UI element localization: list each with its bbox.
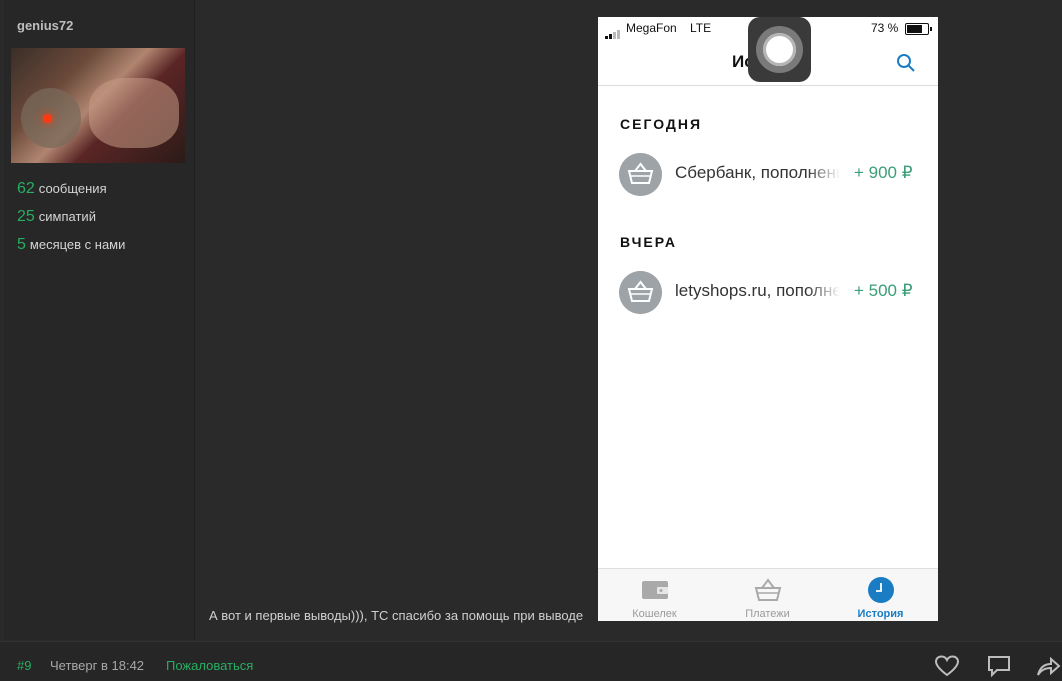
username[interactable]: genius72 <box>17 18 73 33</box>
battery-icon <box>905 23 932 35</box>
basket-icon <box>754 578 782 601</box>
search-icon[interactable] <box>896 53 916 73</box>
stat-likes: 25 симпатий <box>17 208 96 226</box>
avatar-glowing-eye <box>43 114 52 123</box>
phone-tab-bar: Кошелек Платежи История <box>598 568 938 621</box>
stat-number: 62 <box>17 180 35 197</box>
stat-number: 25 <box>17 208 35 225</box>
tab-label: Платежи <box>745 608 790 620</box>
history-row[interactable]: letyshops.ru, пополнение + 500 ₽ <box>598 269 938 315</box>
transaction-amount: + 500 ₽ <box>854 281 913 300</box>
basket-icon <box>619 153 662 196</box>
tab-history[interactable]: История <box>824 569 937 621</box>
wallet-icon <box>642 581 668 599</box>
tab-payments[interactable]: Платежи <box>711 569 824 621</box>
basket-icon <box>619 271 662 314</box>
history-row[interactable]: Сбербанк, пополнение + 900 ₽ <box>598 151 938 197</box>
stat-messages: 62 сообщения <box>17 180 107 198</box>
transaction-title: letyshops.ru, пополнение <box>675 281 840 300</box>
battery-tip <box>930 27 932 31</box>
assistive-touch-knob <box>763 33 796 66</box>
user-sidebar: genius72 62 сообщения 25 симпатий 5 месяцев… <box>4 0 195 640</box>
tab-wallet[interactable]: Кошелек <box>598 569 711 621</box>
assistive-touch-button[interactable] <box>748 17 811 82</box>
transaction-title: Сбербанк, пополнение <box>675 163 840 182</box>
stat-label: сообщения <box>38 181 107 196</box>
battery-fill <box>907 25 922 33</box>
stat-months: 5 месяцев с нами <box>17 236 125 254</box>
carrier-name: MegaFon <box>626 21 677 35</box>
signal-icon <box>605 25 621 39</box>
battery-percent: 73 % <box>871 21 899 35</box>
tab-label: История <box>857 608 904 620</box>
clock-icon <box>868 577 894 603</box>
post-number-link[interactable]: #9 <box>17 658 31 673</box>
attached-phone-screenshot[interactable]: MegaFon LTE 73 % Ис СЕГОДНЯ Сбербанк, по… <box>598 17 938 621</box>
network-type: LTE <box>690 21 712 35</box>
tab-label: Кошелек <box>632 608 677 620</box>
section-header-today: СЕГОДНЯ <box>620 116 703 132</box>
stat-label: симпатий <box>38 209 96 224</box>
heart-icon[interactable] <box>934 654 960 678</box>
transaction-amount: + 900 ₽ <box>854 163 913 182</box>
share-icon[interactable] <box>1035 654 1061 678</box>
report-link[interactable]: Пожаловаться <box>166 658 253 673</box>
stat-number: 5 <box>17 236 26 253</box>
comment-icon[interactable] <box>986 654 1012 678</box>
section-header-yesterday: ВЧЕРА <box>620 234 677 250</box>
post-message-text: А вот и первые выводы))), ТС спасибо за … <box>209 608 584 623</box>
assistive-touch-ring <box>756 26 803 73</box>
avatar-figure <box>89 78 179 148</box>
avatar[interactable] <box>11 48 185 163</box>
post-footer: #9 Четверг в 18:42 Пожаловаться <box>0 641 1062 681</box>
post-date: Четверг в 18:42 <box>50 658 145 673</box>
stat-label: месяцев с нами <box>29 237 126 252</box>
